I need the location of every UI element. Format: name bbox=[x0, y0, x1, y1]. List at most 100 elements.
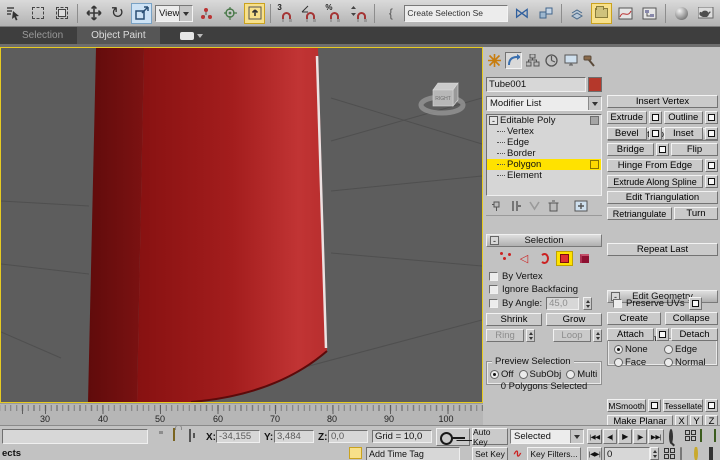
inset-settings-button[interactable] bbox=[705, 127, 718, 140]
extrude-along-spline-button[interactable]: Extrude Along Spline bbox=[607, 175, 703, 188]
border-subobject-icon[interactable] bbox=[536, 251, 553, 266]
highlighted-toggle-icon[interactable] bbox=[349, 447, 362, 459]
ribbon-tab-object-paint[interactable]: Object Paint bbox=[77, 27, 159, 44]
hinge-from-edge-button[interactable]: Hinge From Edge bbox=[607, 159, 703, 172]
maximize-viewport-icon[interactable] bbox=[709, 448, 713, 459]
make-planar-z-button[interactable]: Z bbox=[705, 415, 718, 425]
stack-row-editable-poly[interactable]: - Editable Poly bbox=[487, 115, 601, 126]
absolute-mode-icon[interactable] bbox=[189, 430, 191, 441]
ring-button[interactable]: Ring bbox=[486, 329, 524, 342]
constraint-normal-radio[interactable]: Normal bbox=[664, 357, 706, 368]
select-and-rotate-icon[interactable]: ↻ bbox=[107, 3, 128, 24]
tube-object[interactable] bbox=[88, 48, 327, 402]
reference-coordinate-dropdown[interactable]: View bbox=[155, 5, 193, 22]
rectangular-selection-region-icon[interactable] bbox=[27, 3, 48, 24]
status-line-field[interactable] bbox=[2, 429, 148, 444]
current-frame-field[interactable]: 0 bbox=[604, 447, 650, 460]
zoom-icon[interactable] bbox=[669, 431, 673, 442]
next-frame-button[interactable]: |▶ bbox=[633, 429, 647, 444]
msmooth-settings-button[interactable] bbox=[648, 399, 661, 412]
modifier-stack[interactable]: - Editable Poly Vertex Edge Border Polyg… bbox=[486, 114, 602, 196]
previous-frame-button[interactable]: ◀| bbox=[603, 429, 617, 444]
hierarchy-tab-icon[interactable] bbox=[524, 52, 541, 69]
y-coordinate-field[interactable]: 3,484 bbox=[274, 430, 314, 443]
schematic-view-icon[interactable] bbox=[639, 3, 660, 24]
create-button[interactable]: Create bbox=[607, 312, 661, 325]
key-filters-button[interactable]: Key Filters... bbox=[527, 447, 581, 460]
render-setup-icon[interactable] bbox=[695, 3, 716, 24]
stack-row-element[interactable]: Element bbox=[487, 170, 601, 181]
timeline-track-bar[interactable]: 30 40 50 60 70 80 90 100 bbox=[0, 403, 483, 425]
outline-button[interactable]: Outline bbox=[664, 111, 704, 124]
go-to-end-button[interactable]: ▶▶| bbox=[648, 429, 664, 444]
key-filters-curve-icon[interactable]: ∿ bbox=[512, 447, 521, 460]
ring-spinner[interactable] bbox=[526, 329, 535, 342]
polygon-subobject-icon[interactable] bbox=[556, 251, 573, 266]
object-name-field[interactable]: Tube001 bbox=[486, 77, 586, 92]
extrude-button[interactable]: Extrude bbox=[607, 111, 647, 124]
stack-row-border[interactable]: Border bbox=[487, 148, 601, 159]
utilities-tab-icon[interactable] bbox=[581, 52, 598, 69]
configure-modifier-sets-icon[interactable] bbox=[574, 200, 588, 215]
key-mode-toggle-button[interactable]: |◀▶| bbox=[587, 447, 602, 460]
material-editor-icon[interactable] bbox=[671, 3, 692, 24]
loop-button[interactable]: Loop bbox=[553, 329, 591, 342]
insert-vertex-button[interactable]: Insert Vertex bbox=[607, 95, 718, 108]
make-unique-icon[interactable] bbox=[528, 200, 541, 215]
make-planar-y-button[interactable]: Y bbox=[690, 415, 703, 425]
shrink-button[interactable]: Shrink bbox=[486, 313, 542, 326]
set-key-button[interactable]: Set Key bbox=[472, 447, 508, 460]
snap-toggle-3d-icon[interactable]: 3 bbox=[276, 3, 297, 24]
percent-snap-toggle-icon[interactable]: % bbox=[324, 3, 345, 24]
stack-state-icon[interactable] bbox=[590, 160, 599, 169]
play-button[interactable]: ▶ bbox=[618, 429, 632, 444]
outline-settings-button[interactable] bbox=[705, 111, 718, 124]
object-color-swatch[interactable] bbox=[588, 77, 602, 92]
named-selection-set-combo[interactable] bbox=[404, 5, 508, 22]
mirror-icon[interactable]: ⋈ bbox=[511, 3, 532, 24]
angle-snap-toggle-icon[interactable] bbox=[300, 3, 321, 24]
retriangulate-button[interactable]: Retriangulate bbox=[607, 207, 672, 220]
layer-manager-icon[interactable] bbox=[567, 3, 588, 24]
ignore-backfacing-checkbox[interactable]: Ignore Backfacing bbox=[489, 284, 578, 295]
inset-button[interactable]: Inset bbox=[664, 127, 704, 140]
by-vertex-checkbox[interactable]: By Vertex bbox=[489, 271, 543, 282]
extrude-settings-button[interactable] bbox=[649, 111, 662, 124]
viewcube[interactable]: RIGHT bbox=[421, 83, 463, 113]
key-selection-dropdown[interactable]: Selected bbox=[510, 429, 584, 444]
set-keys-button[interactable] bbox=[436, 428, 470, 446]
display-tab-icon[interactable] bbox=[562, 52, 579, 69]
bevel-settings-button[interactable] bbox=[649, 127, 662, 140]
attach-settings-button[interactable] bbox=[656, 328, 669, 341]
selection-rollout-header[interactable]: - Selection bbox=[486, 234, 602, 247]
attach-button[interactable]: Attach bbox=[607, 328, 654, 341]
collapse-icon[interactable]: - bbox=[490, 236, 499, 245]
zoom-extents-all-icon[interactable] bbox=[714, 430, 716, 441]
zoom-extents-icon[interactable] bbox=[700, 430, 702, 441]
selection-lock-icon[interactable] bbox=[173, 429, 175, 440]
hinge-settings-button[interactable] bbox=[705, 159, 718, 172]
edge-subobject-icon[interactable]: ◁ bbox=[516, 251, 533, 266]
auto-key-button[interactable]: Auto Key bbox=[472, 428, 508, 445]
tessellate-button[interactable]: Tessellate bbox=[663, 399, 703, 412]
vertex-subobject-icon[interactable] bbox=[496, 251, 513, 266]
tessellate-settings-button[interactable] bbox=[705, 399, 718, 412]
pin-stack-icon[interactable] bbox=[490, 200, 503, 215]
flip-button[interactable]: Flip bbox=[671, 143, 718, 156]
collapse-icon[interactable]: - bbox=[489, 116, 498, 125]
make-planar-x-button[interactable]: X bbox=[675, 415, 688, 425]
ribbon-tab-selection[interactable]: Selection bbox=[8, 27, 77, 44]
collapse-button[interactable]: Collapse bbox=[665, 312, 719, 325]
select-and-manipulate-icon[interactable] bbox=[220, 3, 241, 24]
create-tab-icon[interactable] bbox=[486, 52, 503, 69]
remove-modifier-icon[interactable] bbox=[547, 200, 560, 215]
loop-spinner[interactable] bbox=[593, 329, 602, 342]
motion-tab-icon[interactable] bbox=[543, 52, 560, 69]
select-and-scale-icon[interactable] bbox=[131, 3, 152, 24]
pan-hand-icon[interactable] bbox=[680, 448, 682, 459]
constraint-none-radio[interactable]: None bbox=[614, 344, 662, 355]
edit-named-selection-sets-icon[interactable]: { bbox=[380, 3, 401, 24]
show-end-result-icon[interactable] bbox=[509, 200, 522, 215]
msmooth-button[interactable]: MSmooth bbox=[607, 399, 646, 412]
bevel-button[interactable]: Bevel bbox=[607, 127, 647, 140]
